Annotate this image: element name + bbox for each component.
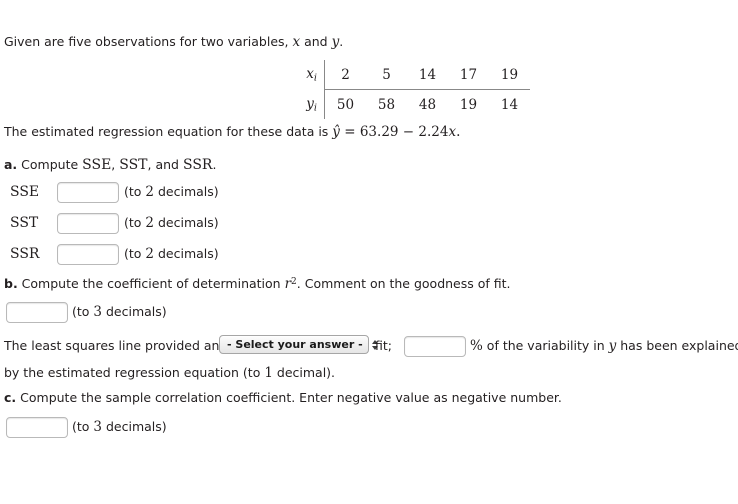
intro-text: Given are five observations for two vari…	[4, 34, 344, 50]
row-label-x-symbol: x	[306, 66, 314, 83]
part-a-period: .	[212, 157, 217, 172]
ssr-label: SSR	[10, 246, 40, 262]
goodness-sentence-after-percent: of the variability in	[482, 338, 609, 353]
cell-y-1: 58	[377, 96, 396, 113]
r-squared-hint-number: 3	[93, 304, 102, 320]
sst-input[interactable]	[57, 213, 119, 234]
part-b-prompt-before: Compute the coefficient of determination	[17, 276, 285, 292]
sst-hint-number: 2	[145, 215, 154, 231]
cell-x-1: 5	[366, 60, 407, 90]
goodness-of-fit-select[interactable]: - Select your answer -	[219, 335, 379, 354]
sst-hint: (to 2 decimals)	[124, 215, 219, 231]
question-page: Given are five observations for two vari…	[0, 0, 738, 504]
part-b-prompt: b. Compute the coefficient of determinat…	[4, 276, 511, 292]
intro-variable-x: x	[292, 34, 301, 50]
sst-hint-before: (to	[124, 215, 146, 230]
intro-text-mid: and	[300, 34, 332, 49]
equation-y-hat: ŷ	[332, 124, 340, 140]
part-a-term-sst: SST	[119, 157, 148, 173]
sst-label: SST	[10, 215, 39, 231]
sst-hint-after: decimals)	[154, 215, 219, 230]
table-row-y: yi 50 58 48 19 14	[283, 89, 530, 119]
sse-hint: (to 2 decimals)	[124, 184, 219, 200]
cell-x-4: 19	[489, 60, 530, 90]
cell-x-3: 17	[448, 60, 489, 90]
goodness-sentence-before: The least squares line provided an	[4, 338, 220, 353]
cell-x-0: 2	[324, 60, 366, 90]
cell-y-2: 48	[418, 96, 437, 113]
part-a-letter: a.	[4, 157, 18, 172]
goodness-sentence-mid: fit;	[375, 338, 392, 353]
equation-operator: −	[398, 124, 419, 140]
second-line-before: by the estimated regression equation (to	[4, 365, 265, 380]
correlation-hint-after: decimals)	[102, 419, 167, 434]
second-line-number: 1	[264, 365, 273, 381]
ssr-hint: (to 2 decimals)	[124, 246, 219, 262]
ssr-input[interactable]	[57, 244, 119, 265]
goodness-of-fit-select-label: - Select your answer -	[227, 338, 363, 351]
intro-text-before: Given are five observations for two vari…	[4, 34, 293, 49]
part-a-sep-2: , and	[147, 157, 183, 172]
intro-text-after: .	[339, 34, 344, 49]
equation-variable-x: x	[448, 124, 457, 140]
r-squared-hint-after: decimals)	[102, 304, 167, 319]
row-label-y: yi	[283, 89, 325, 119]
cell-y-4: 14	[500, 96, 519, 113]
cell-y-0: 50	[336, 96, 355, 113]
sse-input[interactable]	[57, 182, 119, 203]
part-b-letter: b.	[4, 276, 18, 292]
part-c-prompt: c. Compute the sample correlation coeffi…	[4, 390, 562, 405]
sse-hint-before: (to	[124, 184, 146, 199]
sse-label: SSE	[10, 184, 40, 200]
equation-period: .	[456, 124, 461, 140]
regression-equation-text: The estimated regression equation for th…	[4, 124, 461, 140]
goodness-sentence-second-line: by the estimated regression equation (to…	[4, 365, 336, 381]
row-label-y-subscript: i	[313, 101, 317, 113]
part-a-term-ssr: SSR	[182, 157, 213, 173]
ssr-hint-before: (to	[124, 246, 146, 261]
row-label-y-symbol: y	[306, 95, 314, 112]
sse-hint-number: 2	[145, 184, 154, 200]
part-a-term-sse: SSE	[82, 157, 112, 173]
equation-equals: =	[339, 124, 360, 140]
ssr-hint-after: decimals)	[154, 246, 219, 261]
correlation-hint: (to 3 decimals)	[72, 419, 167, 435]
row-label-x-subscript: i	[313, 72, 317, 84]
equation-intercept: 63.29	[359, 124, 399, 140]
observations-table: xi 2 5 14 17 19 yi 50 58 48 19 14	[283, 60, 530, 119]
correlation-hint-number: 3	[93, 419, 102, 435]
part-c-letter: c.	[4, 390, 17, 405]
part-b-prompt-after: . Comment on the goodness of fit.	[296, 276, 511, 292]
correlation-hint-before: (to	[72, 419, 94, 434]
r-squared-hint: (to 3 decimals)	[72, 304, 167, 320]
ssr-hint-number: 2	[145, 246, 154, 262]
percent-variability-input[interactable]	[404, 336, 466, 357]
percent-symbol: %	[470, 338, 483, 354]
goodness-sentence-tail: has been explained	[616, 338, 738, 353]
goodness-sentence-after: % of the variability in y has been expla…	[470, 338, 738, 354]
second-line-after: decimal).	[272, 365, 336, 380]
part-a-prompt: a. Compute SSE, SST, and SSR.	[4, 158, 216, 172]
sse-hint-after: decimals)	[154, 184, 219, 199]
correlation-coefficient-input[interactable]	[6, 417, 68, 438]
part-c-prompt-text: Compute the sample correlation coefficie…	[16, 390, 562, 405]
part-a-prompt-before: Compute	[17, 157, 83, 172]
cell-x-2: 14	[407, 60, 448, 90]
table-row-x: xi 2 5 14 17 19	[283, 60, 530, 90]
r-squared-hint-before: (to	[72, 304, 94, 319]
row-label-x: xi	[283, 60, 325, 90]
r-squared-input[interactable]	[6, 302, 68, 323]
cell-y-3: 19	[459, 96, 478, 113]
equation-text-before: The estimated regression equation for th…	[4, 124, 333, 139]
equation-slope: 2.24	[418, 124, 449, 140]
